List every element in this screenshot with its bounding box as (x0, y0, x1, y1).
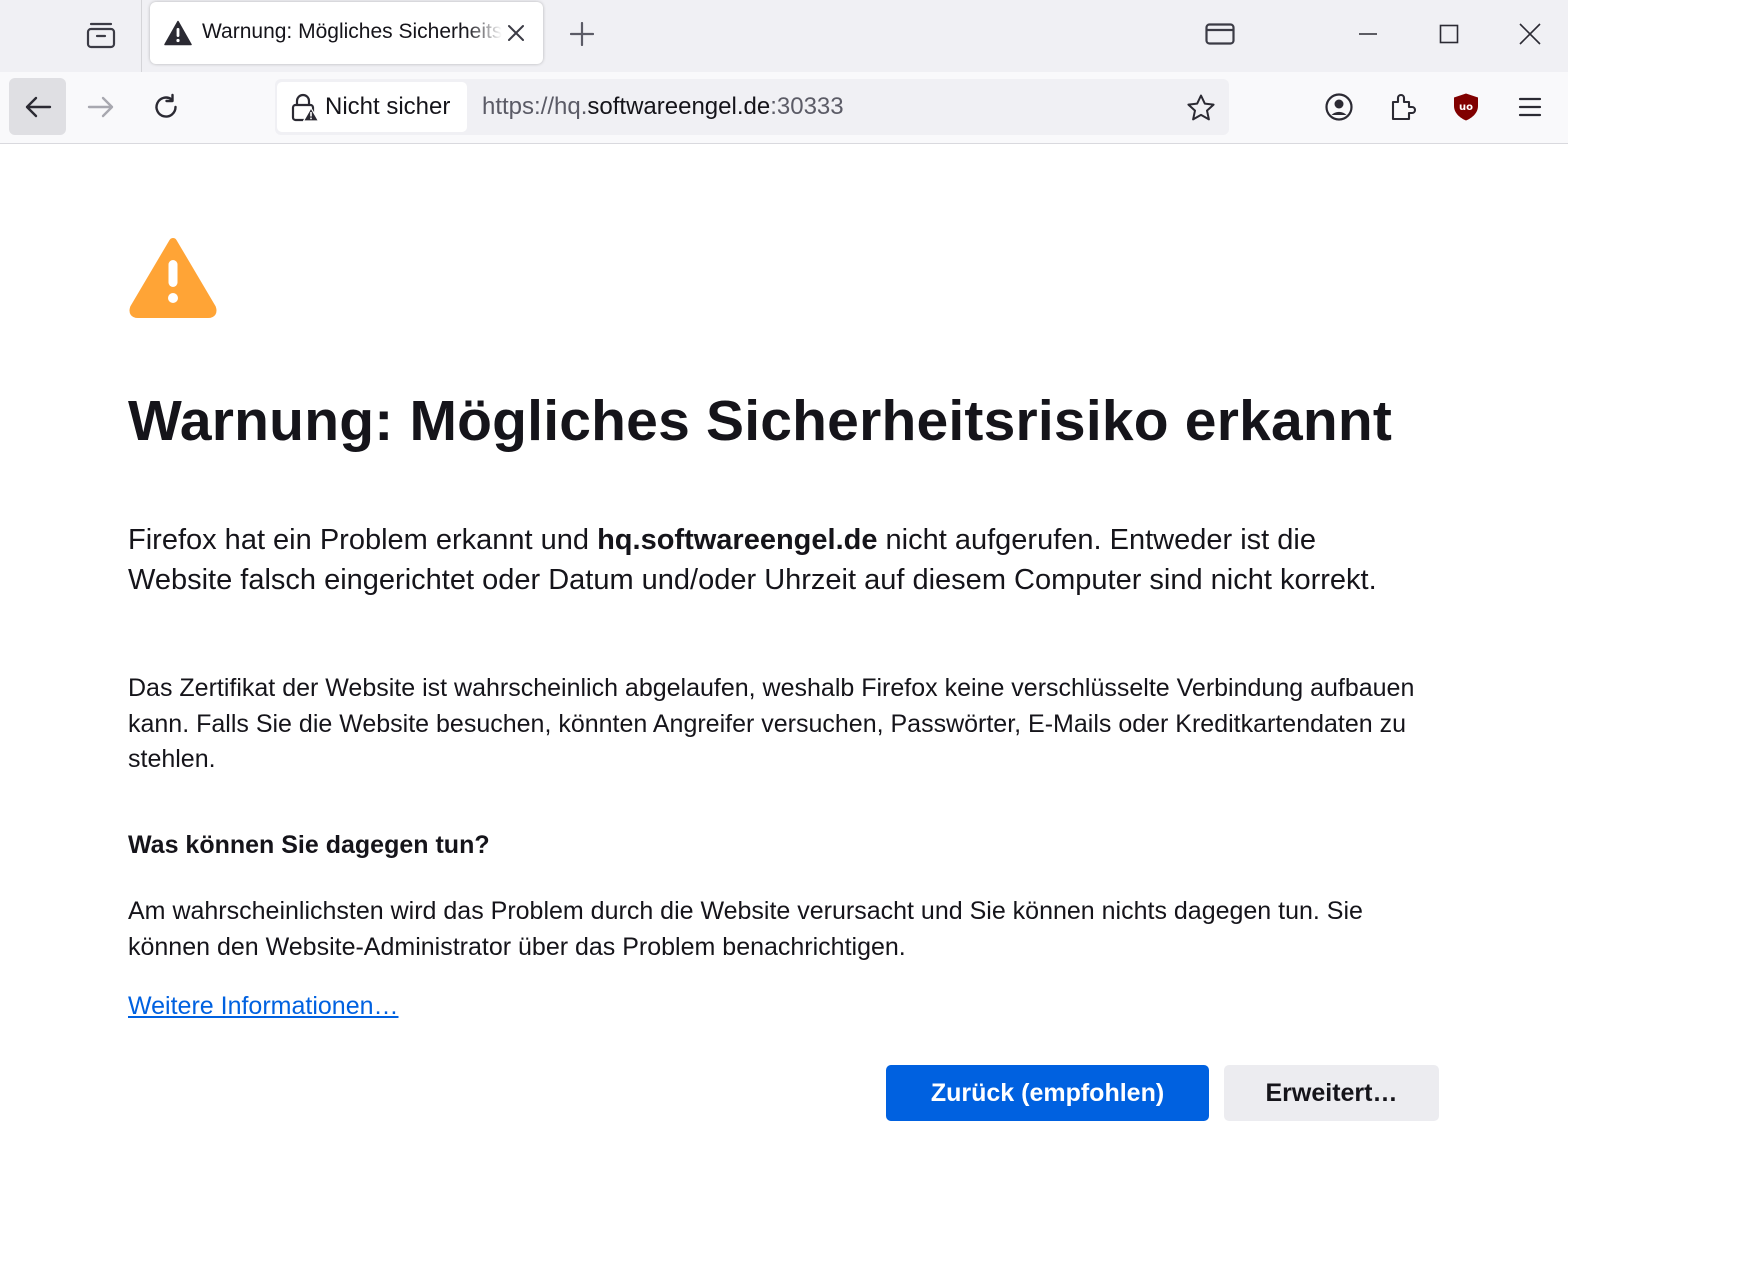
forward-button[interactable] (80, 86, 122, 128)
tab-close-button[interactable] (504, 21, 528, 45)
tab-title: Warnung: Mögliches Sicherheitsrisiko erk… (202, 20, 502, 43)
plus-icon (570, 22, 594, 46)
what-can-you-do-heading: Was können Sie dagegen tun? (128, 831, 490, 859)
lead-host: hq.softwareengel.de (597, 524, 878, 556)
window-close-button[interactable] (1510, 14, 1550, 54)
ublock-icon: uo (1454, 93, 1478, 121)
new-tab-button[interactable] (562, 14, 602, 54)
account-button[interactable] (1318, 86, 1360, 128)
forward-arrow-icon (87, 96, 114, 118)
certificate-explanation: Das Zertifikat der Website ist wahrschei… (128, 674, 1415, 773)
app-menu-button[interactable] (1509, 86, 1551, 128)
url-text[interactable]: https://hq.softwareengel.de:30333 (482, 93, 844, 121)
maximize-icon (1439, 24, 1459, 44)
ublock-button[interactable]: uo (1445, 86, 1487, 128)
tab-strip: Warnung: Mögliches Sicherheitsrisiko erk… (0, 0, 1568, 72)
go-back-button[interactable]: Zurück (empfohlen) (886, 1065, 1209, 1121)
lead-text-before: Firefox hat ein Problem erkannt und (128, 524, 598, 556)
maximize-button[interactable] (1429, 14, 1469, 54)
window-close-icon (1519, 23, 1541, 45)
identity-label: Nicht sicher (325, 93, 451, 120)
tab-overview-icon (86, 22, 116, 49)
url-host: softwareengel.de (587, 93, 771, 120)
star-icon (1187, 94, 1215, 121)
tab-active[interactable]: Warnung: Mögliches Sicherheitsrisiko erk… (150, 2, 543, 64)
sidebar-icon (1205, 23, 1235, 45)
back-arrow-icon (25, 96, 51, 117)
account-icon (1325, 93, 1353, 121)
reload-button[interactable] (145, 86, 187, 128)
advanced-button[interactable]: Erweitert… (1224, 1065, 1439, 1121)
url-bar[interactable]: Nicht sicher https://hq.softwareengel.de… (275, 79, 1229, 135)
warning-icon (164, 20, 192, 46)
what-can-you-do-text: Am wahrscheinlichsten wird das Problem d… (128, 897, 1363, 961)
site-identity-button[interactable]: Nicht sicher (277, 82, 467, 132)
svg-text:uo: uo (1459, 102, 1473, 113)
tab-strip-separator (141, 0, 142, 72)
reload-icon (155, 93, 177, 118)
page-title: Warnung: Mögliches Sicherheitsrisiko erk… (128, 389, 1393, 453)
minimize-button[interactable] (1348, 14, 1388, 54)
minimize-icon (1359, 33, 1377, 35)
extensions-button[interactable] (1382, 86, 1424, 128)
navigation-toolbar: Nicht sicher https://hq.softwareengel.de… (0, 72, 1568, 144)
insecure-lock-icon (291, 93, 319, 122)
url-suffix: :30333 (770, 93, 844, 120)
warning-icon (129, 238, 217, 318)
tab-overview-button[interactable] (78, 12, 124, 58)
close-icon (508, 25, 524, 41)
back-button[interactable] (9, 78, 66, 135)
bookmark-star-button[interactable] (1181, 88, 1221, 128)
sidebar-button[interactable] (1200, 14, 1240, 54)
extensions-icon (1391, 94, 1416, 121)
menu-icon (1518, 97, 1542, 117)
learn-more-link[interactable]: Weitere Informationen… (128, 992, 399, 1021)
lead-paragraph: Firefox hat ein Problem erkannt und hq.s… (128, 520, 1408, 600)
url-prefix: https://hq. (482, 93, 588, 120)
